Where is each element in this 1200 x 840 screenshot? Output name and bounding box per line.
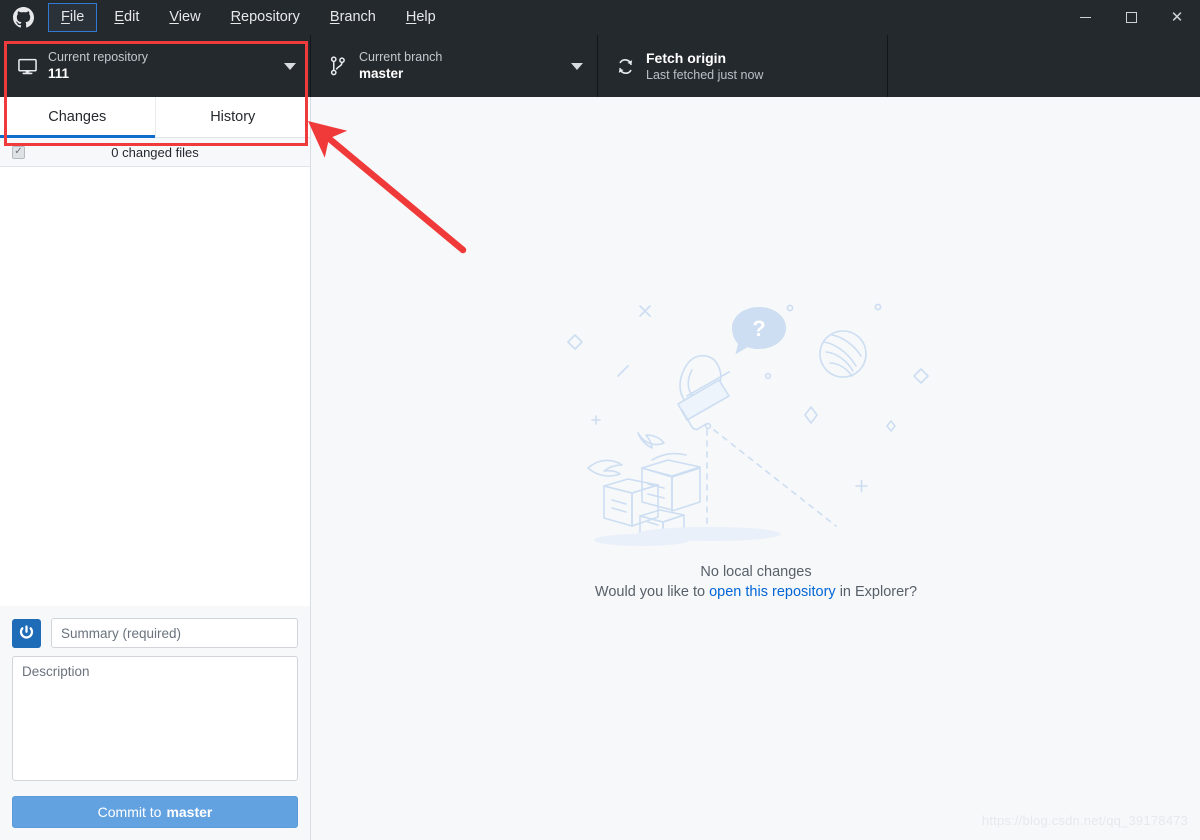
sidebar: Changes History ✓ 0 changed files Commit… [0,97,311,840]
toolbar-filler [888,35,1200,97]
chevron-down-icon[interactable] [571,62,583,70]
menu-mnemonic-file: F [61,9,70,26]
sync-icon [612,57,638,76]
chevron-down-icon[interactable] [284,62,296,70]
user-avatar-icon [12,618,41,648]
tab-changes-label: Changes [48,109,107,125]
fetch-origin-title: Fetch origin [646,50,727,66]
menu-mnemonic-branch: B [329,9,340,26]
main-panel: ? No local changes Would you like to ope… [312,97,1200,840]
tab-changes[interactable]: Changes [0,97,155,138]
blank-slate-question-prefix: Would you like to [594,583,706,600]
tab-history-label: History [210,109,256,125]
changed-files-header: ✓ 0 changed files [0,138,310,167]
window-controls[interactable]: ✕ [1062,0,1200,35]
menu-rest-edit: dit [124,9,140,26]
close-icon[interactable]: ✕ [1154,0,1200,35]
commit-description-input[interactable] [12,656,298,781]
current-repository-value: 111 [48,66,70,81]
menu-rest-help: elp [416,9,436,26]
menu-mnemonic-repository: R [230,9,242,26]
blank-slate: ? No local changes Would you like to ope… [556,278,956,600]
menu-mnemonic-view: V [169,9,179,26]
commit-form: Commit to master [0,606,310,840]
open-repository-link[interactable]: open this repository [709,584,836,600]
blank-slate-question: Would you like to open this repository i… [595,584,917,600]
blank-slate-question-suffix: in Explorer? [839,583,918,600]
commit-summary-input[interactable] [51,618,298,648]
git-branch-icon [325,56,351,76]
tab-history[interactable]: History [155,97,310,137]
blank-slate-title: No local changes [700,563,812,580]
menu-item-edit[interactable]: Edit [101,3,152,32]
menu-mnemonic-edit: E [114,9,125,26]
commit-button-prefix: Commit to [97,804,162,820]
changed-files-count: 0 changed files [111,144,199,160]
commit-summary-row [12,618,298,648]
desktop-monitor-icon [14,57,40,76]
menu-rest-file: ile [69,9,85,26]
commit-to-branch-button[interactable]: Commit to master [12,796,298,828]
current-branch-label: Current branch [359,50,443,64]
menu-bar[interactable]: File Edit View Repository Branch Help [46,0,451,35]
maximize-icon[interactable] [1108,0,1154,35]
menu-rest-branch: ranch [339,9,376,26]
minimize-icon[interactable] [1062,0,1108,35]
sidebar-tabs[interactable]: Changes History [0,97,310,138]
current-repository-button[interactable]: Current repository 111 [0,35,311,97]
svg-text:?: ? [752,316,765,341]
menu-item-view[interactable]: View [156,3,213,32]
watermark-text: https://blog.csdn.net/qq_39178473 [981,813,1188,828]
menu-item-file[interactable]: File [48,3,98,32]
github-mark-icon [0,0,46,35]
menu-item-branch[interactable]: Branch [317,3,389,32]
fetch-origin-button[interactable]: Fetch origin Last fetched just now [598,35,888,97]
title-bar: File Edit View Repository Branch Help ✕ [0,0,1200,35]
menu-item-help[interactable]: Help [393,3,449,32]
menu-rest-view: iew [178,9,201,26]
current-repository-label: Current repository [48,50,149,64]
menu-mnemonic-help: H [405,9,417,26]
fetch-origin-subtitle: Last fetched just now [646,68,764,82]
commit-button-branch: master [166,804,213,820]
toolbar: Current repository 111 Current branch ma… [0,35,1200,97]
current-branch-value: master [359,66,404,81]
menu-rest-repository: epository [241,9,300,26]
current-branch-button[interactable]: Current branch master [311,35,598,97]
no-local-changes-illustration: ? [567,303,929,546]
menu-item-repository[interactable]: Repository [218,3,313,32]
